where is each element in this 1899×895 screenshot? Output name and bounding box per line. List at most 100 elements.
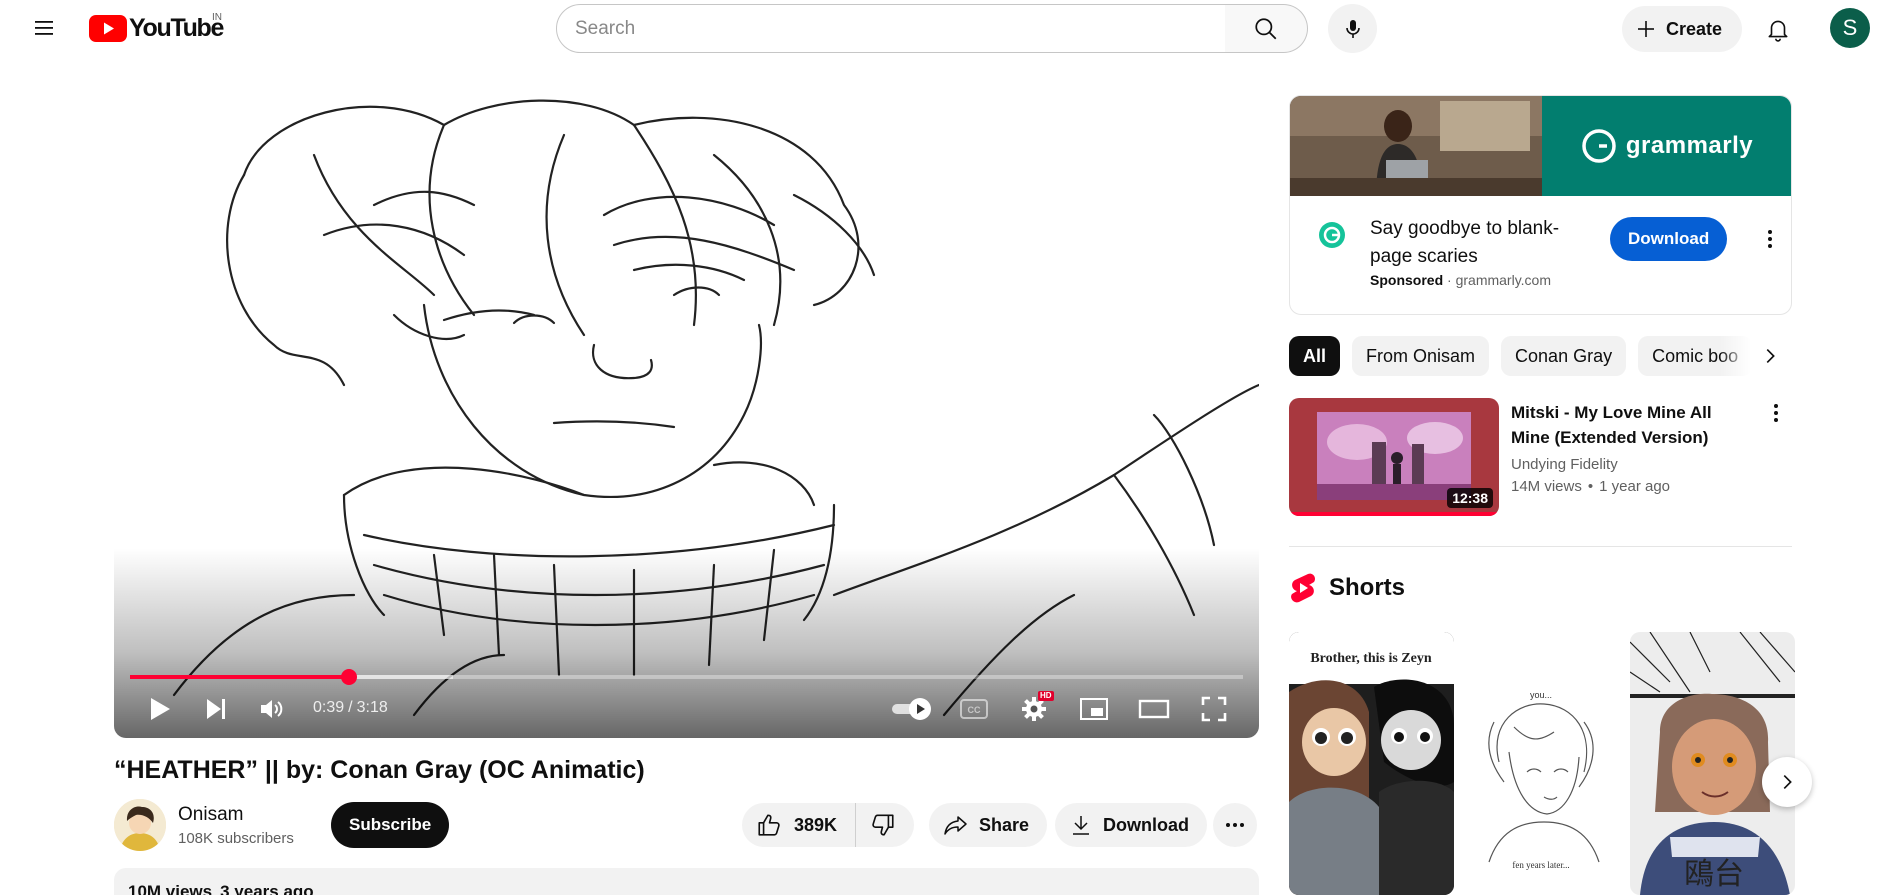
progress-bar[interactable] [130,669,1243,685]
view-count: 10M views [128,882,213,895]
more-horizontal-icon [1226,823,1244,827]
hamburger-icon [35,21,53,35]
dislike-button[interactable] [856,803,914,847]
grammarly-avatar-icon [1319,222,1345,248]
rec-meta: 14M views1 year ago [1511,478,1670,495]
fullscreen-icon [1201,696,1227,722]
ad-more-button[interactable] [1752,221,1788,257]
thumbs-up-icon [758,814,780,836]
ad-brand-panel: grammarly [1542,96,1791,196]
ad-photo-image [1290,96,1542,196]
search-box[interactable] [556,4,1226,53]
like-dislike-pill: 389K [742,803,915,847]
ad-cta-button[interactable]: Download [1610,217,1728,261]
youtube-logo[interactable]: YouTube [89,13,224,42]
subscriber-count: 108K subscribers [178,829,294,847]
share-button[interactable]: Share [929,803,1048,847]
chip-conan-gray[interactable]: Conan Gray [1501,336,1627,376]
chevron-right-icon [1766,348,1775,364]
download-icon [1073,816,1089,835]
play-icon [151,698,170,720]
share-group: Share [929,803,1048,847]
chevron-right-icon [1783,774,1792,790]
autoplay-toggle[interactable] [889,691,937,727]
volume-button[interactable] [254,691,290,727]
short-thumbnail-1: Brother, this is Zeyn [1289,632,1454,895]
short-item[interactable]: you... fen years later... [1459,632,1624,895]
chips-next-button[interactable] [1750,336,1790,376]
section-divider [1289,546,1792,547]
search-input[interactable] [575,17,1225,40]
notifications-button[interactable] [1757,8,1799,50]
rec-thumbnail-image [1317,412,1471,500]
thumbs-down-icon [872,814,894,836]
theater-mode-icon [1138,699,1170,719]
voice-search-button[interactable] [1328,4,1377,53]
download-button[interactable]: Download [1055,803,1207,847]
plus-icon [1638,21,1654,37]
youtube-play-logo-icon [89,14,127,42]
rec-watched-bar [1289,512,1499,516]
account-avatar-button[interactable]: S [1830,8,1870,48]
play-button[interactable] [142,691,178,727]
rec-duration: 12:38 [1447,488,1493,508]
short-1-caption: Brother, this is Zeyn [1310,651,1432,666]
shorts-header: Shorts [1289,572,1405,604]
rec-channel[interactable]: Undying Fidelity [1511,456,1618,473]
rec-thumbnail-art [1317,412,1471,500]
shorts-next-button[interactable] [1762,757,1812,807]
recommended-video[interactable]: 12:38 Mitski - My Love Mine All Mine (Ex… [1289,398,1792,516]
rec-title[interactable]: Mitski - My Love Mine All Mine (Extended… [1511,400,1751,450]
like-button[interactable]: 389K [742,803,857,847]
svg-text:CC: CC [968,705,981,715]
shorts-logo-icon [1291,573,1316,603]
ad-banner[interactable]: grammarly [1290,96,1791,196]
settings-button[interactable]: HD [1016,691,1054,727]
next-button[interactable] [198,691,234,727]
rec-views: 14M views [1511,478,1582,495]
search-button[interactable] [1225,4,1308,53]
video-player[interactable]: 0:39/3:18 CC HD [114,95,1259,738]
chip-from-onisam[interactable]: From Onisam [1352,336,1490,376]
like-dislike-group: 389K [742,803,915,847]
captions-icon: CC [960,699,988,719]
played-range [130,675,350,679]
more-vertical-icon [1768,230,1772,248]
channel-avatar[interactable] [114,799,166,851]
skip-next-icon [207,699,225,719]
short-item[interactable]: Brother, this is Zeyn [1289,632,1454,895]
miniplayer-button[interactable] [1076,691,1112,727]
channel-owner: Onisam 108K subscribers [114,799,294,851]
time-display: 0:39/3:18 [313,699,388,717]
ad-card[interactable]: grammarly Say goodbye to blank-page scar… [1289,95,1792,315]
shorts-title: Shorts [1329,574,1406,601]
grammarly-logo-icon [1582,129,1616,163]
share-label: Share [979,814,1030,835]
captions-button[interactable]: CC [956,691,992,727]
rec-thumbnail[interactable]: 12:38 [1289,398,1499,516]
chip-all[interactable]: All [1289,336,1341,376]
miniplayer-icon [1080,698,1108,720]
guide-menu-button[interactable] [24,8,64,48]
volume-icon [261,700,283,718]
channel-avatar-image [114,799,166,851]
more-actions-button[interactable] [1213,803,1257,847]
create-label: Create [1666,18,1723,39]
ad-headline[interactable]: Say goodbye to blank-page scaries [1370,215,1590,271]
channel-meta: Onisam 108K subscribers [178,804,294,847]
rec-more-button[interactable] [1761,398,1791,428]
upload-age: 3 years ago [220,882,314,895]
search-icon [1255,17,1277,39]
bell-icon [1768,20,1788,42]
duration: 3:18 [356,699,388,716]
autoplay-toggle-icon [892,698,931,720]
like-count: 389K [794,814,838,835]
svg-text:fen years later...: fen years later... [1512,860,1569,870]
fullscreen-button[interactable] [1196,691,1232,727]
theater-mode-button[interactable] [1136,691,1172,727]
description-box[interactable]: 10M views 3 years ago [114,868,1259,895]
create-button[interactable]: Create [1622,6,1743,52]
channel-name[interactable]: Onisam [178,804,294,826]
logo-wordmark: YouTube [129,13,224,42]
subscribe-button[interactable]: Subscribe [331,802,450,848]
